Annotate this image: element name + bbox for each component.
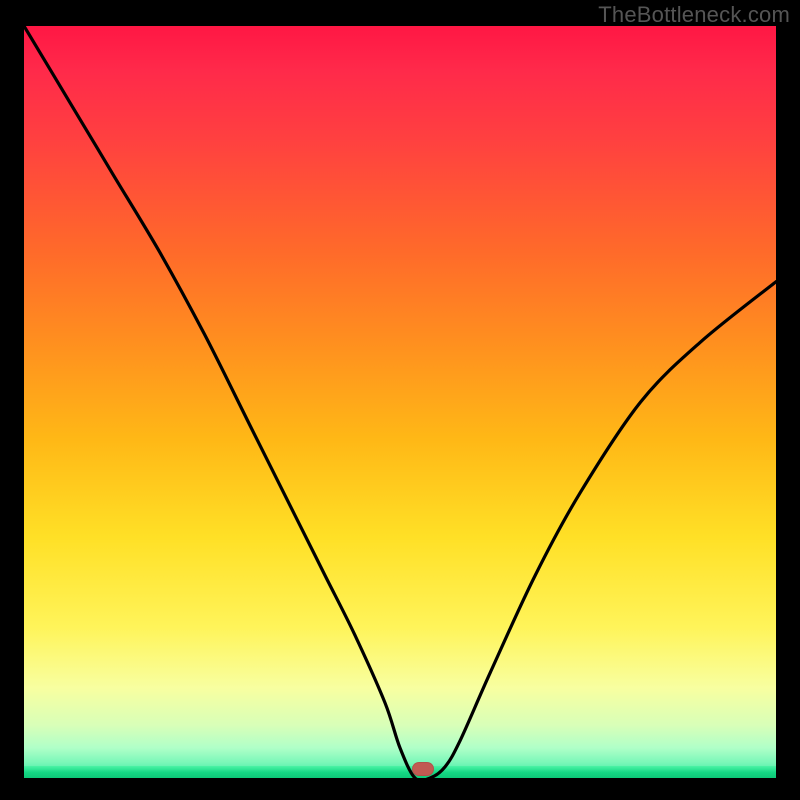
curve-svg (24, 26, 776, 778)
dip-marker (412, 762, 434, 776)
chart-frame: TheBottleneck.com (0, 0, 800, 800)
plot-area (24, 26, 776, 778)
watermark-text: TheBottleneck.com (598, 2, 790, 28)
bottleneck-curve-path (24, 26, 776, 778)
